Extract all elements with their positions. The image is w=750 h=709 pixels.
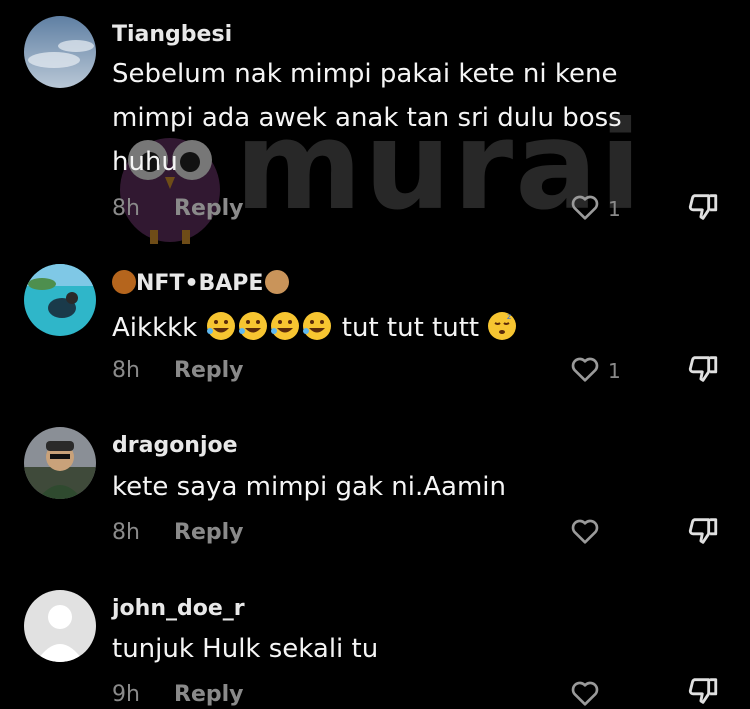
heart-icon[interactable] — [568, 677, 602, 709]
reply-button[interactable]: Reply — [174, 196, 244, 221]
like-count: 1 — [608, 197, 621, 221]
thumbs-down-icon[interactable] — [686, 190, 720, 224]
comment-text-suffix: tut tut tutt — [341, 313, 480, 343]
orangutan-emoji-icon — [112, 270, 136, 294]
rofl-emoji-icon — [302, 311, 332, 341]
reply-button[interactable]: Reply — [174, 358, 244, 383]
comment-timestamp: 8h — [112, 358, 140, 383]
like-count: 1 — [608, 359, 621, 383]
avatar[interactable] — [24, 427, 96, 499]
comment-text: Sebelum nak mimpi pakai kete ni kene mim… — [112, 52, 672, 184]
comment-timestamp: 9h — [112, 682, 140, 707]
thumbs-down-icon[interactable] — [686, 352, 720, 386]
comment-text-prefix: Aikkkk — [112, 313, 198, 343]
reply-button[interactable]: Reply — [174, 520, 244, 545]
comment-timestamp: 8h — [112, 196, 140, 221]
comment-text-line: huhu — [112, 147, 178, 177]
avatar[interactable] — [24, 590, 96, 662]
comment-username[interactable]: Tiangbesi — [112, 22, 232, 47]
comment-username[interactable]: NFT•BAPE — [112, 270, 290, 296]
heart-icon[interactable] — [568, 353, 602, 385]
comment-text: tunjuk Hulk sekali tu — [112, 634, 379, 664]
comment-text-line: Sebelum nak mimpi pakai kete ni kene — [112, 59, 618, 89]
avatar[interactable] — [24, 16, 96, 88]
comment-timestamp: 8h — [112, 520, 140, 545]
thumbs-down-icon[interactable] — [686, 674, 720, 708]
comment-text-line: mimpi ada awek anak tan sri dulu boss — [112, 103, 622, 133]
thumbs-down-icon[interactable] — [686, 514, 720, 548]
avatar[interactable] — [24, 264, 96, 336]
svg-text:z: z — [507, 312, 511, 321]
comment-text: kete saya mimpi gak ni.Aamin — [112, 472, 506, 502]
reply-button[interactable]: Reply — [174, 682, 244, 707]
comment-text: Aikkkk tut tut tutt z — [112, 306, 672, 350]
heart-icon[interactable] — [568, 191, 602, 223]
monkey-face-emoji-icon — [265, 270, 290, 294]
rofl-emoji-icon — [270, 311, 300, 341]
rofl-emoji-icon — [206, 311, 236, 341]
comment-username[interactable]: john_doe_r — [112, 596, 245, 621]
heart-icon[interactable] — [568, 515, 602, 547]
sleeping-face-emoji-icon: z — [487, 311, 517, 341]
comment-username-text: NFT•BAPE — [136, 271, 264, 296]
rofl-emoji-icon — [238, 311, 268, 341]
comment-username[interactable]: dragonjoe — [112, 433, 238, 458]
